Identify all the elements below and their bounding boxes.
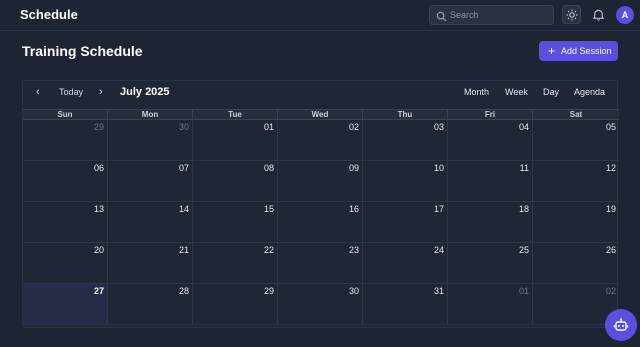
add-session-button[interactable]: + Add Session: [539, 41, 618, 61]
day-number: 10: [433, 163, 444, 173]
day-number: 23: [348, 245, 359, 255]
day-number: 26: [605, 245, 616, 255]
weekday-header: Sun Mon Tue Wed Thu Fri Sat: [23, 109, 619, 121]
app-title: Schedule: [20, 7, 78, 22]
day-number: 05: [605, 122, 616, 132]
month-label: July 2025: [120, 86, 170, 98]
day-number: 25: [518, 245, 529, 255]
day-cell[interactable]: 25: [448, 243, 533, 284]
calendar: ‹ Today › July 2025 Month Week Day Agend…: [22, 80, 619, 329]
search-input[interactable]: [450, 7, 550, 23]
day-cell[interactable]: 15: [193, 202, 278, 243]
day-number: 27: [93, 286, 104, 296]
day-cell[interactable]: 29: [23, 120, 108, 161]
day-cell[interactable]: 03: [363, 120, 448, 161]
day-cell[interactable]: 08: [193, 161, 278, 202]
day-number: 04: [518, 122, 529, 132]
day-number: 22: [263, 245, 274, 255]
day-number: 20: [93, 245, 104, 255]
add-session-label: Add Session: [561, 46, 612, 56]
top-bar: Schedule A: [0, 0, 640, 31]
day-number: 28: [178, 286, 189, 296]
chevron-right-icon[interactable]: ›: [99, 86, 103, 98]
day-cell[interactable]: 04: [448, 120, 533, 161]
day-number: 31: [433, 286, 444, 296]
day-number: 30: [178, 122, 189, 132]
day-cell[interactable]: 06: [23, 161, 108, 202]
day-cell[interactable]: 30: [108, 120, 193, 161]
day-cell[interactable]: 30: [278, 284, 363, 325]
plus-icon: +: [548, 44, 556, 58]
view-month-button[interactable]: Month: [464, 87, 489, 97]
day-cell[interactable]: 12: [533, 161, 619, 202]
bot-icon: [613, 318, 629, 331]
day-number: 11: [519, 163, 529, 173]
day-number: 14: [178, 204, 189, 214]
month-grid: Sun Mon Tue Wed Thu Fri Sat 29 30 01 02 03 04 05 06 07…: [23, 109, 619, 329]
day-cell[interactable]: 26: [533, 243, 619, 284]
bell-icon[interactable]: [592, 8, 605, 26]
day-number: 29: [263, 286, 274, 296]
day-number: 07: [178, 163, 189, 173]
day-cell[interactable]: 31: [363, 284, 448, 325]
sun-icon: [566, 9, 578, 21]
day-cell[interactable]: 13: [23, 202, 108, 243]
search-box[interactable]: [429, 5, 554, 25]
day-number: 06: [93, 163, 104, 173]
day-number: 08: [263, 163, 274, 173]
day-number: 30: [348, 286, 359, 296]
calendar-toolbar: ‹ Today › July 2025 Month Week Day Agend…: [23, 81, 619, 109]
day-cell[interactable]: 24: [363, 243, 448, 284]
day-cell[interactable]: 28: [108, 284, 193, 325]
day-cell-today[interactable]: 27: [23, 284, 108, 325]
search-icon: [436, 9, 447, 27]
day-cell[interactable]: 07: [108, 161, 193, 202]
day-number: 01: [518, 286, 529, 296]
day-cell[interactable]: 01: [193, 120, 278, 161]
day-cell[interactable]: 17: [363, 202, 448, 243]
day-number: 02: [348, 122, 359, 132]
day-cell[interactable]: 09: [278, 161, 363, 202]
day-cell[interactable]: 11: [448, 161, 533, 202]
day-number: 16: [348, 204, 359, 214]
day-number: 12: [605, 163, 616, 173]
day-number: 29: [93, 122, 104, 132]
page-title: Training Schedule: [22, 43, 143, 59]
day-number: 21: [178, 245, 189, 255]
day-number: 01: [263, 122, 274, 132]
day-cell[interactable]: 21: [108, 243, 193, 284]
view-week-button[interactable]: Week: [505, 87, 528, 97]
day-cell[interactable]: 18: [448, 202, 533, 243]
day-cell[interactable]: 22: [193, 243, 278, 284]
day-cell[interactable]: 29: [193, 284, 278, 325]
day-cell[interactable]: 19: [533, 202, 619, 243]
day-number: 13: [93, 204, 104, 214]
day-number: 09: [348, 163, 359, 173]
day-cell[interactable]: 02: [278, 120, 363, 161]
day-cell[interactable]: 10: [363, 161, 448, 202]
avatar[interactable]: A: [616, 6, 634, 24]
view-day-button[interactable]: Day: [543, 87, 559, 97]
day-cell[interactable]: 05: [533, 120, 619, 161]
day-number: 17: [433, 204, 444, 214]
day-cell[interactable]: 01: [448, 284, 533, 325]
assistant-button[interactable]: [605, 309, 637, 341]
day-number: 19: [605, 204, 616, 214]
day-cell[interactable]: 14: [108, 202, 193, 243]
day-number: 18: [518, 204, 529, 214]
day-cell[interactable]: 23: [278, 243, 363, 284]
chevron-left-icon[interactable]: ‹: [36, 86, 40, 98]
day-number: 02: [605, 286, 616, 296]
day-cell[interactable]: 16: [278, 202, 363, 243]
day-number: 24: [433, 245, 444, 255]
day-cell[interactable]: 20: [23, 243, 108, 284]
theme-toggle-button[interactable]: [562, 5, 581, 24]
today-button[interactable]: Today: [59, 87, 83, 97]
view-agenda-button[interactable]: Agenda: [574, 87, 605, 97]
day-number: 15: [263, 204, 274, 214]
day-number: 03: [433, 122, 444, 132]
